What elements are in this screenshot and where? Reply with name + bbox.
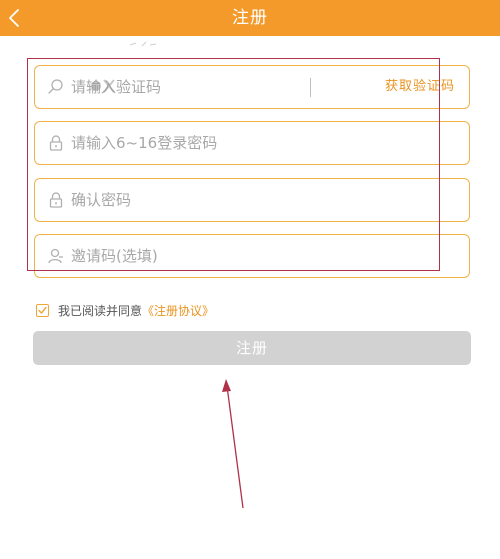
lock-icon <box>49 135 63 151</box>
password-field <box>34 121 470 165</box>
agreement-row: 我已阅读并同意 《注册协议》 <box>36 301 214 319</box>
invite-code-field <box>34 234 470 278</box>
search-icon <box>48 79 63 94</box>
verification-code-input[interactable] <box>71 66 331 108</box>
register-button[interactable]: 注册 <box>33 331 471 365</box>
checkmark-icon <box>38 306 47 314</box>
app-header: 注册 <box>0 0 500 36</box>
lock-icon <box>49 192 63 208</box>
invite-code-input[interactable] <box>71 235 451 277</box>
user-icon <box>48 248 63 264</box>
field-divider <box>310 78 311 97</box>
page-title: 注册 <box>232 8 268 28</box>
confirm-password-input[interactable] <box>71 179 331 221</box>
agreement-checkbox[interactable] <box>36 303 49 317</box>
agreement-text: 我已阅读并同意 <box>58 303 143 318</box>
confirm-password-field <box>34 178 470 222</box>
get-code-button[interactable]: 获取验证码 <box>385 66 455 108</box>
agreement-link[interactable]: 《注册协议》 <box>142 302 214 319</box>
verification-code-field: 获取验证码 <box>34 65 470 109</box>
password-input[interactable] <box>71 122 331 164</box>
artifact-mark <box>129 41 157 47</box>
